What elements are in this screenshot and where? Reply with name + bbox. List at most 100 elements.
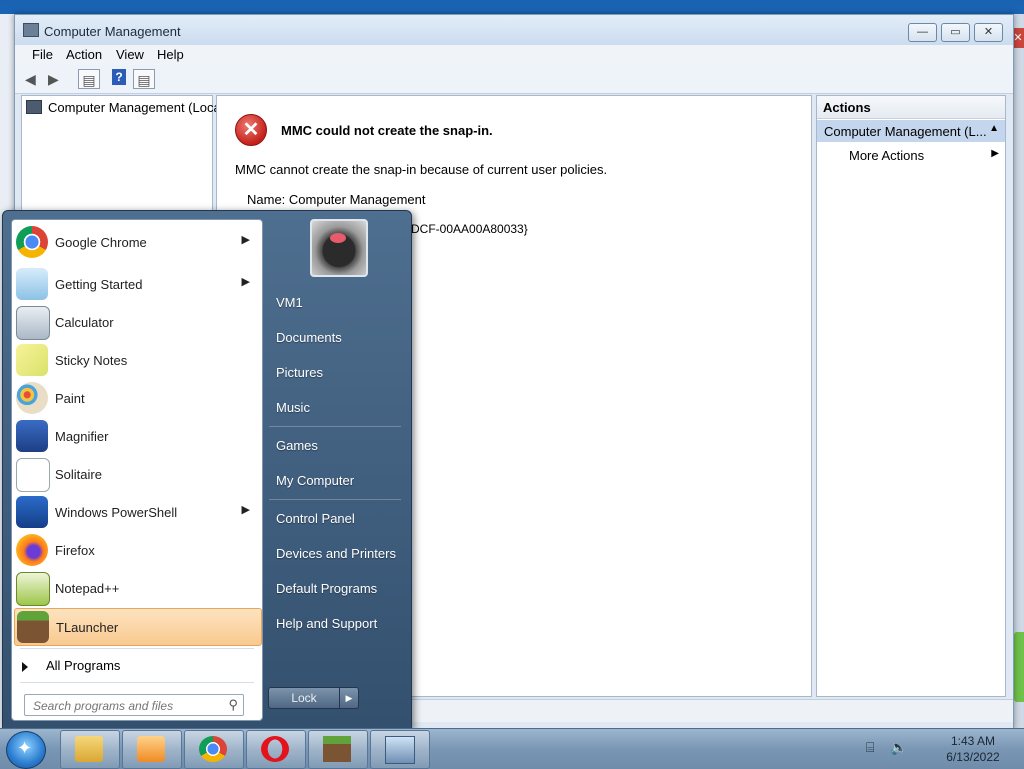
program-label: TLauncher bbox=[56, 620, 119, 635]
start-item-music[interactable]: Music bbox=[276, 400, 310, 415]
error-message: MMC cannot create the snap-in because of… bbox=[235, 162, 608, 177]
separator bbox=[20, 682, 254, 683]
program-paint[interactable]: Paint bbox=[14, 380, 260, 416]
program-getting-started[interactable]: Getting Started ▶ bbox=[14, 266, 260, 302]
expand-arrow-icon bbox=[22, 661, 28, 672]
program-sticky-notes[interactable]: Sticky Notes bbox=[14, 342, 260, 378]
help-icon[interactable]: ? bbox=[112, 69, 126, 85]
chrome-icon bbox=[199, 736, 227, 762]
forward-arrow-icon[interactable]: ▶ bbox=[48, 69, 59, 89]
paint-icon bbox=[16, 382, 48, 414]
program-calculator[interactable]: Calculator bbox=[14, 304, 260, 340]
search-box[interactable]: ⚲ bbox=[24, 694, 244, 716]
remote-desktop-icon bbox=[385, 736, 415, 764]
more-actions-item[interactable]: More Actions bbox=[849, 148, 924, 163]
start-item-vm1[interactable]: VM1 bbox=[276, 295, 303, 310]
volume-icon[interactable]: 🔈 bbox=[890, 739, 907, 756]
menu-view[interactable]: View bbox=[116, 47, 144, 62]
tree-item-computer-management[interactable]: Computer Management (Local bbox=[26, 100, 224, 115]
minimize-icon[interactable]: — bbox=[908, 23, 937, 42]
powershell-icon bbox=[16, 496, 48, 528]
program-label: Windows PowerShell bbox=[55, 505, 178, 520]
program-label: Firefox bbox=[55, 543, 95, 558]
maximize-icon[interactable]: ▭ bbox=[941, 23, 970, 42]
computer-management-icon bbox=[23, 23, 39, 37]
tlauncher-icon bbox=[323, 736, 351, 762]
desktop-gadget-tab[interactable] bbox=[1014, 632, 1024, 702]
taskbar-remote-desktop[interactable] bbox=[370, 730, 430, 769]
actions-header-label: Actions bbox=[823, 100, 871, 115]
taskbar: ⌸ 🔈 1:43 AM 6/13/2022 bbox=[0, 728, 1024, 769]
start-item-default-programs[interactable]: Default Programs bbox=[276, 581, 377, 596]
window-title: Computer Management bbox=[44, 24, 181, 39]
error-snapin-name: Name: Computer Management bbox=[247, 192, 426, 207]
start-item-help-and-support[interactable]: Help and Support bbox=[276, 616, 377, 631]
actions-header: Actions bbox=[817, 96, 1005, 119]
program-label: Sticky Notes bbox=[55, 353, 128, 368]
start-item-devices-and-printers[interactable]: Devices and Printers bbox=[276, 546, 396, 561]
chrome-icon bbox=[16, 226, 48, 258]
actions-group-label: Computer Management (L... bbox=[824, 124, 987, 139]
separator bbox=[20, 648, 254, 649]
title-bar[interactable]: Computer Management — ▭ ✕ bbox=[15, 15, 1013, 45]
program-solitaire[interactable]: Solitaire bbox=[14, 456, 260, 492]
taskbar-explorer[interactable] bbox=[60, 730, 120, 769]
magnifier-icon bbox=[16, 420, 48, 452]
program-label: Solitaire bbox=[55, 467, 102, 482]
notepad-plus-plus-icon bbox=[16, 572, 50, 606]
actions-pane: Actions Computer Management (L... ▲ More… bbox=[816, 95, 1006, 697]
collapse-arrow-icon[interactable]: ▲ bbox=[989, 123, 999, 134]
program-magnifier[interactable]: Magnifier bbox=[14, 418, 260, 454]
network-icon[interactable]: ⌸ bbox=[866, 739, 874, 756]
shutdown-options-arrow-icon[interactable]: ▶ bbox=[339, 687, 359, 709]
start-item-documents[interactable]: Documents bbox=[276, 330, 342, 345]
error-snapin-clsid: DCF-00AA00A80033} bbox=[411, 222, 528, 236]
start-item-my-computer[interactable]: My Computer bbox=[276, 473, 354, 488]
menu-help[interactable]: Help bbox=[157, 47, 184, 62]
menu-bar: File Action View Help bbox=[15, 45, 1013, 65]
computer-icon bbox=[26, 100, 42, 114]
program-label: Magnifier bbox=[55, 429, 109, 444]
show-hide-action-pane-icon[interactable]: ▤ bbox=[133, 69, 155, 89]
submenu-arrow-icon: ▶ bbox=[241, 504, 250, 516]
all-programs-label: All Programs bbox=[46, 658, 121, 673]
taskbar-chrome[interactable] bbox=[184, 730, 244, 769]
error-title: MMC could not create the snap-in. bbox=[281, 123, 493, 138]
program-firefox[interactable]: Firefox bbox=[14, 532, 260, 568]
toolbar: ◀ ▶ ▤ ? ▤ bbox=[15, 65, 1013, 94]
search-icon[interactable]: ⚲ bbox=[228, 697, 238, 713]
program-label: Calculator bbox=[55, 315, 114, 330]
back-arrow-icon[interactable]: ◀ bbox=[25, 69, 36, 89]
solitaire-icon bbox=[16, 458, 50, 492]
lock-button[interactable]: Lock bbox=[268, 687, 340, 709]
menu-file[interactable]: File bbox=[32, 47, 53, 62]
actions-group-computer-management[interactable]: Computer Management (L... ▲ bbox=[817, 120, 1005, 142]
show-hide-tree-icon[interactable]: ▤ bbox=[78, 69, 100, 89]
start-item-control-panel[interactable]: Control Panel bbox=[276, 511, 355, 526]
program-label: Notepad++ bbox=[55, 581, 120, 596]
menu-action[interactable]: Action bbox=[66, 47, 102, 62]
taskbar-tlauncher[interactable] bbox=[308, 730, 368, 769]
program-windows-powershell[interactable]: Windows PowerShell ▶ bbox=[14, 494, 260, 530]
search-input[interactable] bbox=[31, 697, 221, 715]
taskbar-opera[interactable] bbox=[246, 730, 306, 769]
getting-started-icon bbox=[16, 268, 48, 300]
all-programs-item[interactable]: All Programs bbox=[22, 658, 120, 673]
start-item-games[interactable]: Games bbox=[276, 438, 318, 453]
explorer-icon bbox=[75, 736, 103, 762]
submenu-arrow-icon: ▶ bbox=[241, 234, 250, 246]
program-notepad-plus-plus[interactable]: Notepad++ bbox=[14, 570, 260, 606]
start-button[interactable] bbox=[6, 731, 46, 769]
submenu-arrow-icon: ▶ bbox=[991, 148, 999, 159]
user-avatar[interactable] bbox=[310, 219, 368, 277]
close-icon[interactable]: ✕ bbox=[974, 23, 1003, 42]
program-tlauncher[interactable]: TLauncher bbox=[14, 608, 262, 646]
taskbar-media-player[interactable] bbox=[122, 730, 182, 769]
program-label: Google Chrome bbox=[55, 235, 147, 250]
separator bbox=[269, 426, 401, 427]
start-item-pictures[interactable]: Pictures bbox=[276, 365, 323, 380]
system-clock[interactable]: 1:43 AM 6/13/2022 bbox=[936, 733, 1010, 765]
start-menu-programs-pane: Google Chrome ▶ Getting Started ▶ Calcul… bbox=[11, 219, 263, 721]
program-label: Getting Started bbox=[55, 277, 143, 292]
program-google-chrome[interactable]: Google Chrome ▶ bbox=[14, 224, 260, 260]
